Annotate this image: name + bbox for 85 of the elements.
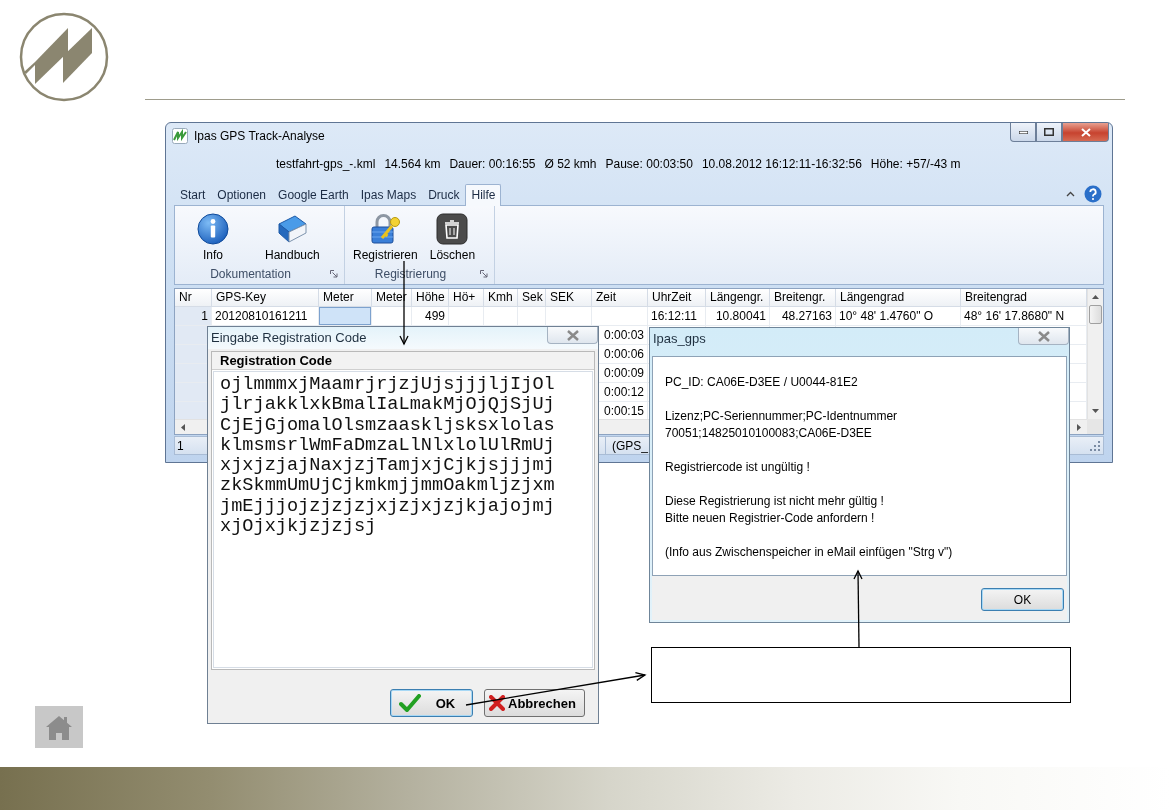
maximize-button[interactable] (1036, 123, 1062, 142)
message-text: 70051;14825010100083;CA06E-D3EE (665, 425, 873, 442)
track-info-text: 10.08.2012 16:12:11-16:32:56 (701, 156, 862, 171)
ribbon-button[interactable]: Handbuch (259, 212, 326, 262)
column-header[interactable]: Kmh (484, 289, 518, 307)
cancel-button[interactable]: Abbrechen (484, 689, 585, 717)
column-header[interactable]: Längengrad (836, 289, 961, 307)
track-info-text: Höhe: +57/-43 m (870, 156, 961, 171)
column-header[interactable]: GPS-Key (212, 289, 319, 307)
ribbon-tab[interactable]: Druck (422, 183, 466, 205)
cross-icon (489, 695, 505, 711)
message-text: PC_ID: CA06E-D3EE / U0044-81E2 (665, 374, 859, 391)
help-icon[interactable] (1084, 184, 1102, 203)
minimize-icon (1018, 130, 1028, 134)
column-header[interactable]: Längengr. (706, 289, 770, 307)
check-icon (399, 694, 421, 712)
table-cell[interactable] (319, 307, 372, 326)
vertical-scrollbar[interactable] (1087, 289, 1103, 420)
column-header[interactable]: Sek (518, 289, 546, 307)
ribbon-tab[interactable]: Ipas Maps (354, 183, 423, 205)
table-cell: 48.27163 (770, 307, 836, 326)
message-text: Registriercode ist ungültig ! (665, 459, 811, 476)
dialog-launcher-icon[interactable] (480, 270, 488, 279)
close-icon (1036, 330, 1051, 342)
scroll-thumb[interactable] (1089, 305, 1102, 325)
column-header[interactable]: SEK (546, 289, 592, 307)
track-info-text: testfahrt-gps_-.kml (276, 156, 376, 171)
status-text: 1 (177, 438, 184, 453)
table-cell: 499 (412, 307, 449, 326)
message-text: Diese Registrierung ist nicht mehr gültig ! (665, 493, 885, 510)
track-info-text: 14.564 km (384, 156, 441, 171)
track-info-text: Pause: 00:03:50 (605, 156, 693, 171)
ribbon-button[interactable]: Löschen (423, 212, 482, 262)
column-header[interactable]: Hö+ (449, 289, 484, 307)
close-button[interactable] (547, 327, 598, 344)
close-icon (565, 329, 580, 341)
down-arrow-icon (1092, 409, 1099, 414)
column-header[interactable]: Breitengr. (770, 289, 836, 307)
column-header[interactable]: Nr (175, 289, 212, 307)
message-text: Lizenz;PC-Seriennummer;PC-Identnummer (665, 408, 899, 425)
ribbon-tab[interactable]: Optionen (211, 183, 273, 205)
track-info-text: Ø 52 kmh (544, 156, 597, 171)
ok-button[interactable]: OK (981, 588, 1064, 611)
table-cell: 10° 48' 1.4760" O (836, 307, 961, 326)
close-icon (1080, 127, 1091, 137)
padlock-key-icon (369, 212, 402, 245)
left-arrow-icon (181, 423, 185, 431)
ribbon-tab[interactable]: Hilfe (465, 183, 502, 206)
message-text: Bitte neuen Registrier-Code anfordern ! (665, 510, 876, 527)
track-info-text: Dauer: 00:16:55 (449, 156, 536, 171)
up-arrow-icon (1092, 295, 1099, 300)
minimize-button[interactable] (1010, 123, 1036, 142)
trash-can-icon (436, 212, 469, 245)
collapse-caret-icon[interactable] (1066, 190, 1075, 197)
table-cell: 48° 16' 17.8680" N (961, 307, 1087, 326)
close-button[interactable] (1062, 123, 1109, 142)
column-header[interactable]: Meter (319, 289, 372, 307)
table-cell: 16:12:11 (648, 307, 706, 326)
column-header[interactable]: UhrZeit (648, 289, 706, 307)
ribbon-tab[interactable]: Google Earth (272, 183, 355, 205)
home-icon (45, 714, 73, 740)
maximize-icon (1044, 128, 1054, 136)
row-header-cell[interactable]: 1 (175, 307, 212, 326)
dialog-title: Ipas_gps (653, 330, 706, 348)
dialog-title: Eingabe Registration Code (211, 329, 367, 347)
group-label: Registration Code (212, 352, 594, 370)
app-logo-icon (172, 128, 188, 145)
status-text: (GPS_ (612, 438, 648, 453)
group-label: Dokumentation (209, 267, 292, 282)
table-cell: 10.80041 (706, 307, 770, 326)
message-text: (Info aus Zwischenspeicher in eMail einfügen "Strg v") (665, 544, 954, 561)
column-header[interactable]: Zeit (592, 289, 648, 307)
dialog-launcher-icon[interactable] (330, 270, 338, 279)
ribbon-tab[interactable]: Start (174, 183, 212, 205)
code-input-field[interactable]: ojlmmmxjMaamrjrjzjUjsjjjljIjOljlrjakklxkBmalIaLmakMjOjQjSjUjCjEjGjomalOlsmzaaskljsksxlolasklmsmsrlWmFaDmzaLlNlxlolUlRmUjxjxjzjajNaxjzjTamjxjCjkjsjjjmjzkSkmmUmUjCjkmkmjjmmOakmljzjxmjmEjjjojzjzjzjxjzjxjzjkjajojmjxjOjxjkjzjzjsj (213, 371, 593, 668)
close-button[interactable] (1018, 328, 1069, 345)
ribbon-button[interactable]: Info (191, 212, 235, 262)
column-header[interactable]: Höhe (412, 289, 449, 307)
right-arrow-icon (1077, 423, 1081, 431)
home-button[interactable] (35, 706, 83, 748)
size-grip-icon[interactable] (1090, 440, 1100, 451)
ok-button[interactable]: OK (390, 689, 473, 717)
info-icon (197, 212, 229, 245)
window-title: Ipas GPS Track-Analyse (194, 129, 325, 144)
ribbon-button[interactable]: Registrieren (347, 212, 424, 262)
